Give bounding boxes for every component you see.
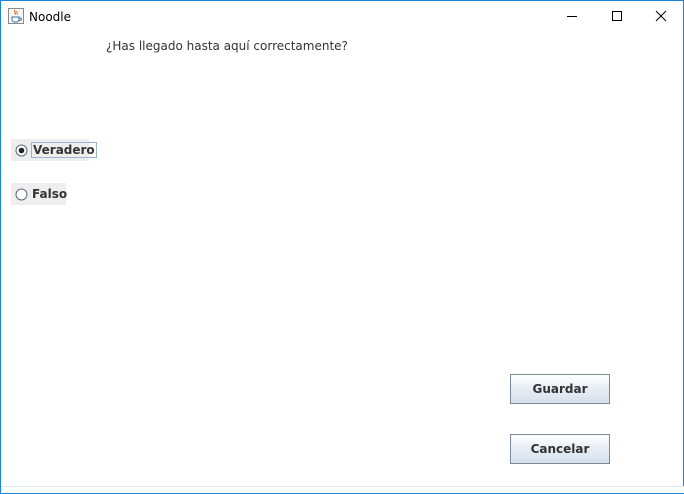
maximize-button[interactable] <box>594 1 640 32</box>
noodle-window: Noodle ¿Has llegado hasta aquí correctam… <box>0 0 684 494</box>
radio-verdadero[interactable]: Veradero <box>11 139 97 161</box>
radio-unselected-icon[interactable] <box>15 188 28 201</box>
close-button[interactable] <box>638 1 684 32</box>
window-title: Noodle <box>29 10 71 24</box>
radio-selected-icon[interactable] <box>15 144 28 157</box>
radio-label-verdadero[interactable]: Veradero <box>31 142 97 158</box>
minimize-button[interactable] <box>549 1 595 32</box>
question-text: ¿Has llegado hasta aquí correctamente? <box>106 39 348 53</box>
maximize-icon <box>611 7 623 26</box>
radio-falso[interactable]: Falso <box>11 183 67 205</box>
cancel-button[interactable]: Cancelar <box>510 434 610 464</box>
radio-label-falso[interactable]: Falso <box>32 187 67 201</box>
title-bar[interactable]: Noodle <box>1 1 683 32</box>
close-icon <box>655 7 667 26</box>
java-coffee-icon <box>8 8 24 24</box>
minimize-icon <box>566 7 578 26</box>
save-button[interactable]: Guardar <box>510 374 610 404</box>
window-bottom-edge <box>1 486 684 494</box>
